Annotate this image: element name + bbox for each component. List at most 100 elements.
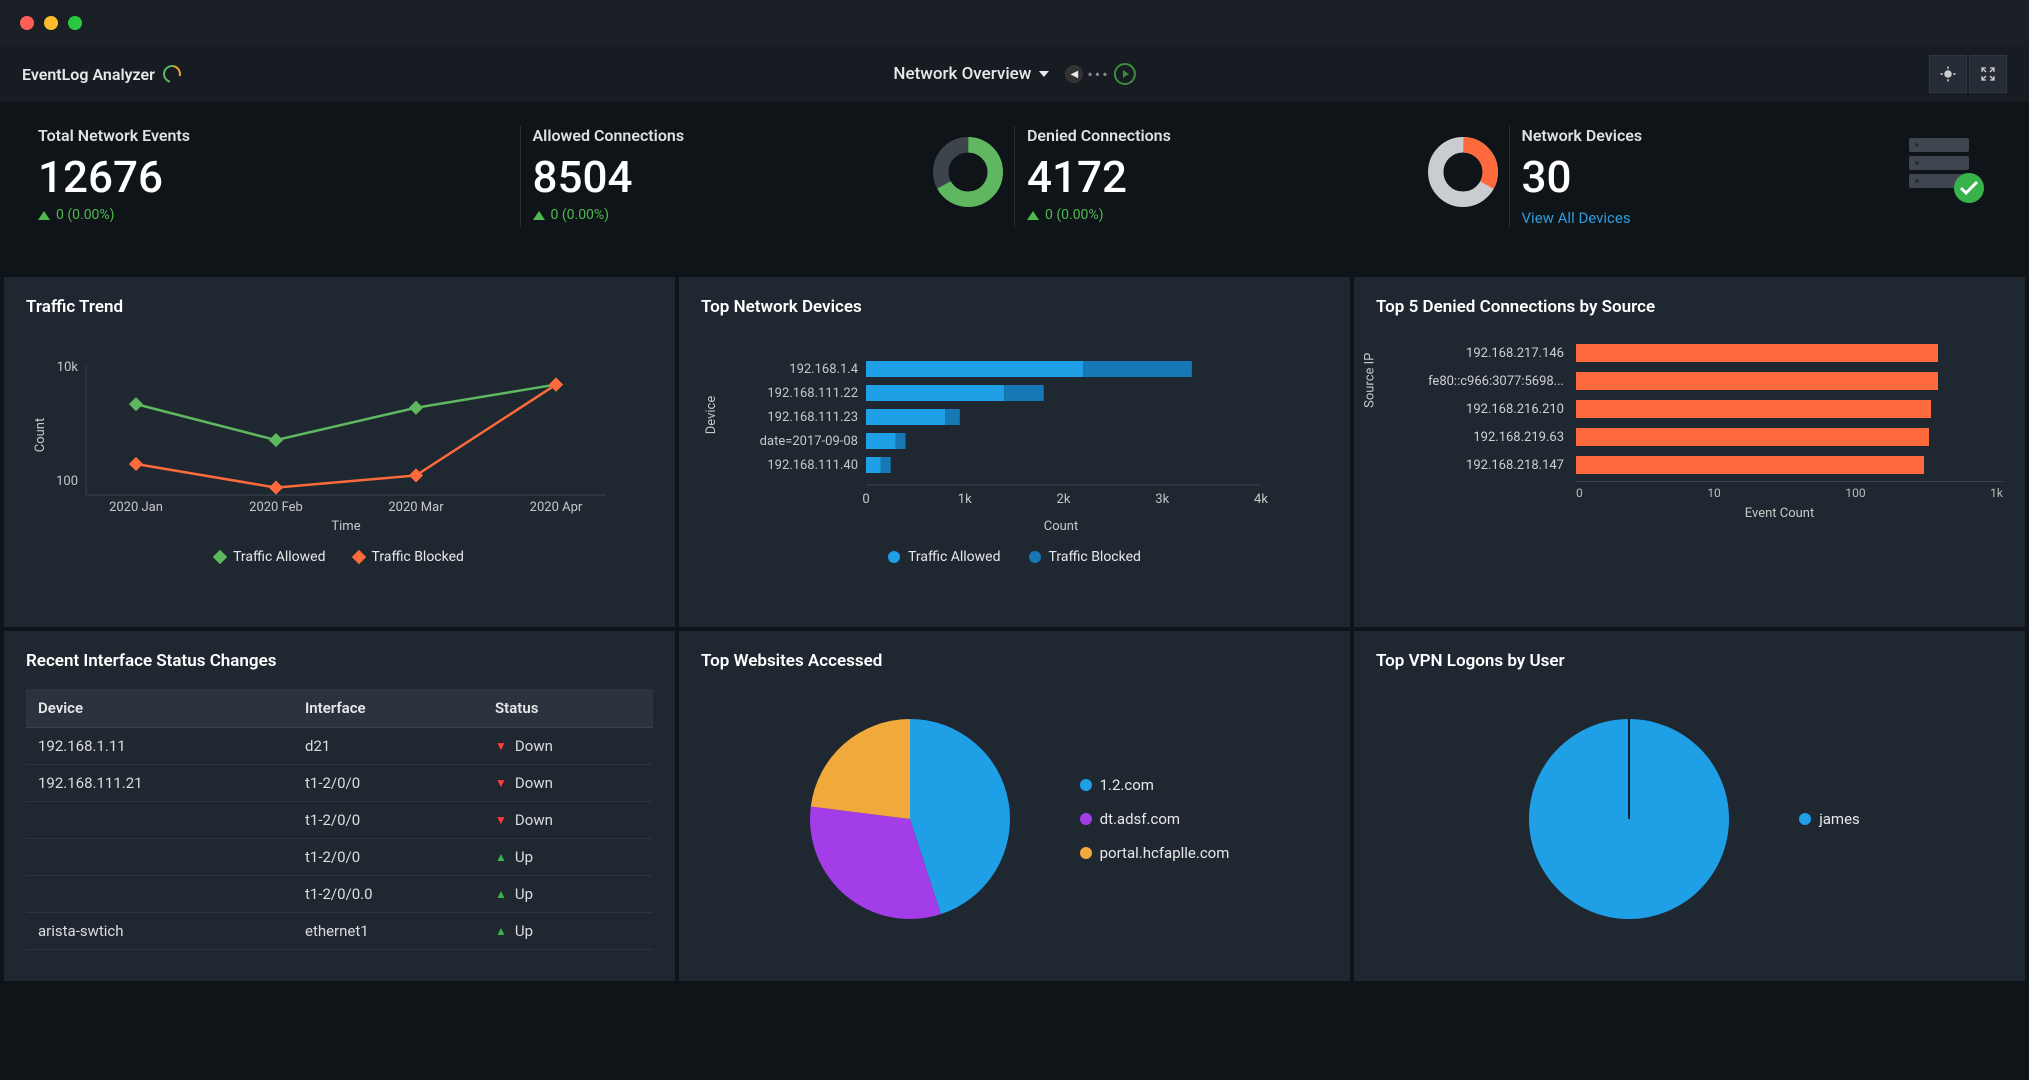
panel-title: Top Network Devices: [701, 297, 1328, 317]
legend-item: Traffic Blocked: [354, 549, 464, 565]
panels-grid: Traffic Trend Count 10k 100 2020 Jan2020…: [0, 277, 2029, 985]
arrow-down-icon: ▼: [495, 776, 507, 790]
legend-item: Traffic Allowed: [215, 549, 325, 565]
table-row[interactable]: t1-2/0/0.0▲Up: [26, 876, 653, 913]
prev-button[interactable]: ◀: [1065, 65, 1083, 83]
top-vpn-pie-chart: [1519, 709, 1739, 929]
svg-text:4k: 4k: [1254, 492, 1268, 507]
cell-device: [26, 839, 293, 876]
col-interface[interactable]: Interface: [293, 689, 483, 728]
theme-toggle-button[interactable]: [1929, 55, 1967, 93]
svg-text:0: 0: [862, 492, 869, 507]
traffic-legend: Traffic Allowed Traffic Blocked: [26, 549, 653, 565]
bar-label: 192.168.217.146: [1396, 346, 1576, 361]
svg-text:2020 Apr: 2020 Apr: [530, 500, 583, 515]
svg-text:192.168.111.23: 192.168.111.23: [767, 410, 858, 425]
chart-legend: james: [1799, 810, 1860, 828]
cell-interface: ethernet1: [293, 913, 483, 950]
svg-text:192.168.111.40: 192.168.111.40: [767, 458, 858, 473]
stat-delta: 0 (0.00%): [38, 207, 508, 223]
close-window-dot[interactable]: [20, 16, 34, 30]
panel-title: Top VPN Logons by User: [1376, 651, 2003, 671]
legend-dot-icon: [1029, 551, 1041, 563]
cell-device: arista-swtich: [26, 913, 293, 950]
cell-interface: t1-2/0/0: [293, 765, 483, 802]
legend-item: portal.hcfaplle.com: [1080, 844, 1230, 862]
stats-row: Total Network Events 12676 0 (0.00%) All…: [0, 102, 2029, 277]
logo-icon: [160, 62, 185, 87]
overview-dropdown[interactable]: Network Overview: [893, 64, 1049, 84]
svg-text:date=2017-09-08: date=2017-09-08: [760, 434, 858, 449]
panel-top-websites: Top Websites Accessed 1.2.com dt.adsf.com…: [679, 631, 1350, 981]
col-status[interactable]: Status: [483, 689, 653, 728]
server-stack-icon: [1901, 130, 1991, 210]
stat-value: 12676: [38, 153, 508, 201]
legend-marker-icon: [213, 550, 227, 564]
svg-text:100: 100: [56, 474, 78, 489]
panel-interface-changes: Recent Interface Status Changes Device I…: [4, 631, 675, 981]
stat-delta: 0 (0.00%): [1027, 207, 1497, 223]
legend-item: james: [1799, 810, 1860, 828]
minimize-window-dot[interactable]: [44, 16, 58, 30]
fullscreen-toggle-button[interactable]: [1969, 55, 2007, 93]
panel-title: Top 5 Denied Connections by Source: [1376, 297, 2003, 317]
denied-donut-chart: [1427, 136, 1499, 208]
table-row[interactable]: t1-2/0/0▼Down: [26, 802, 653, 839]
chart-legend: 1.2.com dt.adsf.com portal.hcfaplle.com: [1080, 776, 1230, 862]
panel-title: Top Websites Accessed: [701, 651, 1328, 671]
play-button[interactable]: [1114, 63, 1136, 85]
arrow-up-icon: ▲: [495, 887, 507, 901]
svg-text:3k: 3k: [1155, 492, 1169, 507]
legend-item: dt.adsf.com: [1080, 810, 1230, 828]
svg-text:192.168.111.22: 192.168.111.22: [767, 386, 858, 401]
triangle-up-icon: [38, 211, 50, 220]
legend-dot-icon: [1799, 813, 1811, 825]
cell-status: ▼Down: [483, 802, 653, 839]
legend-item: Traffic Allowed: [888, 549, 1000, 565]
svg-text:2020 Jan: 2020 Jan: [109, 500, 163, 515]
cell-device: [26, 802, 293, 839]
devices-legend: Traffic Allowed Traffic Blocked: [701, 549, 1328, 565]
cell-status: ▼Down: [483, 765, 653, 802]
bar-row: 192.168.217.146: [1396, 341, 2003, 365]
svg-text:1k: 1k: [958, 492, 972, 507]
stat-denied: Denied Connections 4172 0 (0.00%): [1015, 126, 1510, 227]
table-row[interactable]: t1-2/0/0▲Up: [26, 839, 653, 876]
table-row[interactable]: arista-swtichethernet1▲Up: [26, 913, 653, 950]
view-all-devices-link[interactable]: View All Devices: [1522, 209, 1631, 227]
table-row[interactable]: 192.168.1.11d21▼Down: [26, 728, 653, 765]
cell-status: ▼Down: [483, 728, 653, 765]
app-name: EventLog Analyzer: [22, 65, 155, 84]
overview-title: Network Overview: [893, 64, 1031, 84]
panel-top-devices: Top Network Devices Device 192.168.1.419…: [679, 277, 1350, 627]
bar-label: 192.168.219.63: [1396, 430, 1576, 445]
panel-traffic-trend: Traffic Trend Count 10k 100 2020 Jan2020…: [4, 277, 675, 627]
arrow-up-icon: ▲: [495, 924, 507, 938]
top-devices-chart: Device 192.168.1.4192.168.111.22192.168.…: [701, 335, 1321, 535]
stat-total-events: Total Network Events 12676 0 (0.00%): [26, 126, 521, 227]
bar-label: fe80::c966:3077:5698...: [1396, 374, 1576, 389]
legend-dot-icon: [888, 551, 900, 563]
panel-denied-by-source: Top 5 Denied Connections by Source Sourc…: [1354, 277, 2025, 627]
col-device[interactable]: Device: [26, 689, 293, 728]
table-row[interactable]: 192.168.111.21t1-2/0/0▼Down: [26, 765, 653, 802]
slideshow-controls: ◀ •••: [1065, 63, 1135, 85]
arrow-up-icon: ▲: [495, 850, 507, 864]
window-titlebar: [0, 0, 2029, 46]
cell-interface: t1-2/0/0: [293, 839, 483, 876]
legend-item: 1.2.com: [1080, 776, 1230, 794]
maximize-window-dot[interactable]: [68, 16, 82, 30]
allowed-donut-chart: [932, 136, 1004, 208]
cell-status: ▲Up: [483, 913, 653, 950]
cell-status: ▲Up: [483, 839, 653, 876]
x-axis-label: Event Count: [1556, 506, 2003, 521]
stat-devices: Network Devices 30 View All Devices: [1510, 126, 2004, 227]
stat-allowed: Allowed Connections 8504 0 (0.00%): [521, 126, 1016, 227]
svg-text:2k: 2k: [1057, 492, 1071, 507]
panel-top-vpn: Top VPN Logons by User james: [1354, 631, 2025, 981]
panel-title: Recent Interface Status Changes: [26, 651, 653, 671]
svg-text:Count: Count: [33, 418, 48, 452]
cell-device: 192.168.111.21: [26, 765, 293, 802]
svg-text:2020 Feb: 2020 Feb: [249, 500, 303, 515]
bar-label: 192.168.216.210: [1396, 402, 1576, 417]
